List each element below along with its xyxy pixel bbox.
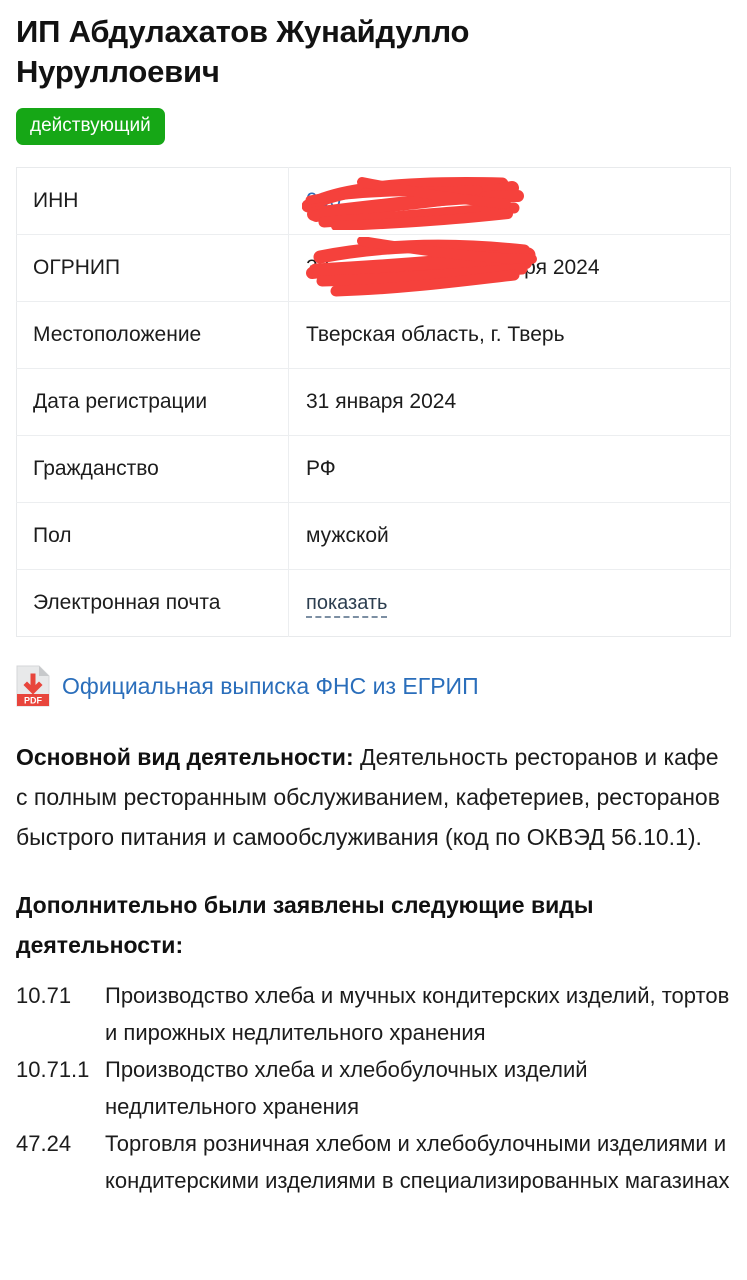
page-title: ИП Абдулахатов Жунайдулло Нуруллоевич: [16, 14, 470, 89]
row-value-citizenship: РФ: [306, 457, 336, 480]
official-extract-row[interactable]: PDF Официальная выписка ФНС из ЕГРИП: [16, 665, 731, 707]
show-email-link[interactable]: показать: [306, 592, 388, 618]
row-label-inn: ИНН: [16, 167, 289, 235]
okved-name: Торговля розничная хлебом и хлебобулочны…: [105, 1131, 730, 1193]
table-row: ИНН 000: [16, 167, 731, 235]
official-extract-link[interactable]: Официальная выписка ФНС из ЕГРИП: [62, 672, 479, 700]
info-table-body: ИНН 000 ОГРНИП 32 13 от 31 января 2024 М…: [16, 167, 731, 637]
row-label-citizenship: Гражданство: [16, 435, 289, 503]
ogrnip-prefix: 32: [306, 256, 330, 279]
table-row: Дата регистрации 31 января 2024: [16, 368, 731, 436]
row-value-inn: 000: [289, 168, 731, 235]
status-badge-row: действующий: [16, 108, 731, 145]
row-value-email: показать: [289, 570, 731, 637]
okved-code: 47.24: [16, 1131, 72, 1156]
company-card-page: ИП Абдулахатов Жунайдулло Нуруллоевич де…: [0, 0, 747, 1280]
svg-text:PDF: PDF: [24, 696, 43, 706]
list-item: 47.24 Торговля розничная хлебом и хлебоб…: [16, 1125, 731, 1199]
row-label-registration-date: Дата регистрации: [16, 368, 289, 436]
row-label-email: Электронная почта: [16, 569, 289, 637]
table-row: Местоположение Тверская область, г. Твер…: [16, 301, 731, 369]
table-row: ОГРНИП 32 13 от 31 января 2024: [16, 234, 731, 302]
list-item: 10.71.1 Производство хлеба и хлебобулочн…: [16, 1051, 731, 1125]
row-label-location: Местоположение: [16, 301, 289, 369]
main-activity-paragraph: Основной вид деятельности: Деятельность …: [16, 737, 731, 857]
list-item: 10.71 Производство хлеба и мучных кондит…: [16, 977, 731, 1051]
okved-name: Производство хлеба и хлебобулочных издел…: [105, 1057, 588, 1119]
main-activity-label: Основной вид деятельности:: [16, 744, 354, 770]
row-label-ogrnip: ОГРНИП: [16, 234, 289, 302]
row-label-gender: Пол: [16, 502, 289, 570]
table-row: Пол мужской: [16, 502, 731, 570]
table-row: Электронная почта показать: [16, 569, 731, 637]
extra-activities-heading: Дополнительно были заявлены следующие ви…: [16, 892, 594, 958]
okved-code: 10.71: [16, 983, 72, 1008]
status-badge: действующий: [16, 108, 165, 145]
redacted-value-wrapper: 32 13 от 31 января 2024: [306, 237, 730, 297]
pdf-file-download-icon: PDF: [16, 665, 50, 707]
ogrnip-suffix: 13 от 31 января 2024: [393, 256, 600, 279]
row-value-registration-date: 31 января 2024: [306, 390, 457, 413]
okved-name: Производство хлеба и мучных кондитерских…: [105, 983, 730, 1045]
ogrnip-spacer: [329, 256, 393, 279]
redacted-value-wrapper: 000: [302, 177, 730, 230]
row-value-gender: мужской: [306, 524, 389, 547]
row-value-location: Тверская область, г. Тверь: [306, 323, 565, 346]
table-row: Гражданство РФ: [16, 435, 731, 503]
okved-code: 10.71.1: [16, 1057, 90, 1082]
inn-number[interactable]: 000: [306, 189, 341, 212]
company-info-table: ИНН 000 ОГРНИП 32 13 от 31 января 2024 М…: [16, 167, 731, 637]
row-value-ogrnip: 32 13 от 31 января 2024: [289, 235, 731, 302]
okved-list: 10.71 Производство хлеба и мучных кондит…: [16, 977, 731, 1199]
